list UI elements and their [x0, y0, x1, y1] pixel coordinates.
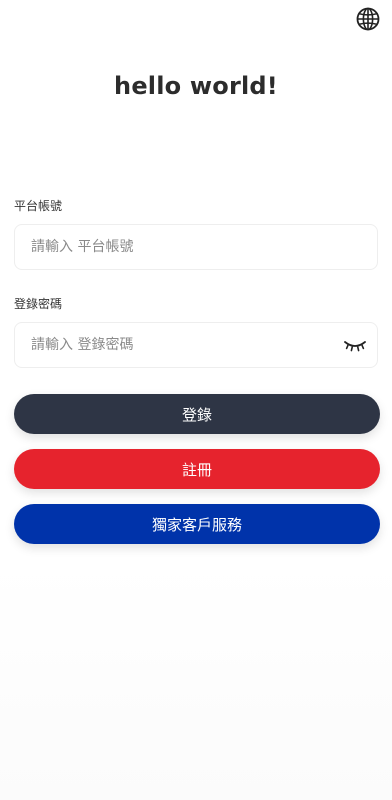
account-field: [14, 224, 378, 270]
password-label: 登錄密碼: [14, 297, 63, 311]
customer-service-button[interactable]: 獨家客戶服務: [14, 504, 380, 544]
login-page: hello world! 平台帳號 登錄密碼 登錄 註冊 獨家客戶服務: [0, 0, 392, 800]
password-input[interactable]: [15, 323, 377, 367]
language-button[interactable]: [355, 6, 381, 32]
account-input[interactable]: [15, 225, 377, 269]
eye-closed-icon[interactable]: [344, 338, 366, 352]
account-label: 平台帳號: [14, 199, 63, 213]
login-button[interactable]: 登錄: [14, 394, 380, 434]
password-field: [14, 322, 378, 368]
register-button[interactable]: 註冊: [14, 449, 380, 489]
page-title: hello world!: [114, 72, 278, 100]
globe-icon: [356, 7, 380, 31]
